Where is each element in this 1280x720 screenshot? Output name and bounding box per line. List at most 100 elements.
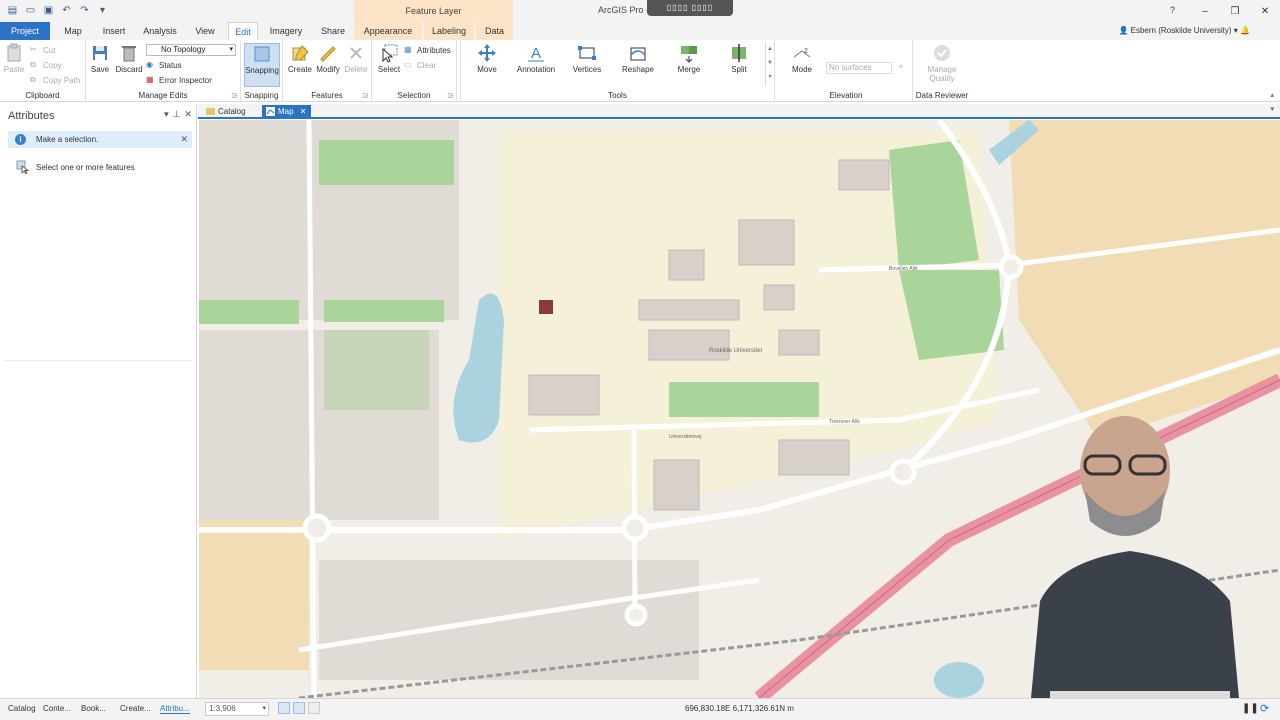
save-project-icon[interactable]: ▣ (42, 4, 55, 17)
topology-dropdown[interactable]: No Topology ▾ (146, 44, 236, 56)
maximize-icon[interactable]: ❐ (1220, 0, 1250, 22)
merge-icon (681, 46, 697, 63)
notifications-icon[interactable]: 🔔 (1240, 26, 1250, 35)
attributes-pane-title: Attributes (8, 110, 55, 122)
select-features-icon (16, 160, 30, 174)
close-icon[interactable]: ✕ (1250, 0, 1280, 22)
refresh-icon[interactable]: ⟳ (1260, 702, 1269, 715)
tab-insert[interactable]: Insert (96, 22, 132, 40)
add-surface-icon[interactable]: + (898, 62, 904, 73)
tool-vertices[interactable]: Vertices (567, 43, 607, 74)
split-label: Split (731, 65, 747, 74)
snapping-button[interactable]: Snapping (244, 43, 280, 87)
tab-project[interactable]: Project (0, 22, 50, 40)
tool-split[interactable]: Split (719, 43, 759, 74)
save-edits-button[interactable]: Save (86, 43, 114, 74)
tab-view[interactable]: View (188, 22, 222, 40)
building-2 (668, 249, 705, 281)
tab-analysis[interactable]: Analysis (138, 22, 182, 40)
title-bar: ▤ ▭ ▣ ↶ ↷ ▾ Feature Layer ArcGIS Pro - R… (0, 0, 1280, 22)
park-3 (324, 300, 444, 322)
minimize-icon[interactable]: – (1190, 0, 1220, 22)
tools-group-label: Tools (608, 91, 627, 100)
tab-labeling[interactable]: Labeling (424, 22, 474, 40)
view-tab-map[interactable]: Map ✕ (262, 105, 311, 118)
tools-gallery-scroll[interactable]: ▲ ▼ ▾ (765, 42, 774, 86)
tab-share[interactable]: Share (314, 22, 352, 40)
map-view[interactable]: Roskilde Universitet Universitetsvej Tre… (199, 120, 1280, 698)
elevation-mode-button[interactable]: z Mode (784, 43, 820, 74)
cut-button[interactable]: ✂ Cut (30, 45, 55, 55)
info-icon: i (15, 134, 26, 145)
copy-path-button[interactable]: ⧉ Copy Path (30, 75, 80, 85)
pin-icon[interactable]: ⊥ (173, 109, 181, 120)
features-launcher-icon[interactable]: ◲ (362, 92, 368, 99)
park-2 (199, 300, 299, 324)
dismiss-message-icon[interactable]: ✕ (180, 131, 188, 148)
customize-qat-icon[interactable]: ▾ (96, 4, 109, 17)
surfaces-dropdown[interactable]: No surfaces (826, 62, 892, 74)
tool-merge[interactable]: Merge (669, 43, 709, 74)
pane-close-icon[interactable]: ✕ (184, 109, 192, 120)
pane-menu-icon[interactable]: ▾ (164, 109, 169, 120)
clear-selection-button[interactable]: ▭ Clear (404, 60, 436, 70)
pane-tab-bookmarks[interactable]: Book... (81, 704, 106, 713)
view-tab-catalog[interactable]: Catalog (202, 105, 250, 118)
label-trekroner-alle: Trekroner Allé (829, 419, 860, 425)
signed-in-user[interactable]: 👤 Esbern (Roskilde University) ▾ 🔔 (1118, 26, 1250, 35)
pane-tab-create[interactable]: Create... (120, 704, 151, 713)
open-project-icon[interactable]: ▭ (24, 4, 37, 17)
manage-edits-group-label: Manage Edits (138, 91, 188, 100)
redo-icon[interactable]: ↷ (78, 4, 91, 17)
pane-tab-attributes[interactable]: Attribu... (160, 704, 190, 714)
ribbon-collapse-icon[interactable]: ▴ (1270, 91, 1274, 99)
error-inspector-label: Error Inspector (159, 75, 212, 85)
tool-move[interactable]: Move (467, 43, 507, 74)
delete-features-button[interactable]: Delete (341, 43, 371, 74)
new-project-icon[interactable]: ▤ (6, 4, 19, 17)
selection-launcher-icon[interactable]: ◲ (447, 92, 453, 99)
help-button[interactable]: ? (1170, 5, 1175, 15)
building-7 (528, 374, 600, 416)
label-bovellen: Bovellen Allé (889, 266, 918, 272)
manage-edits-launcher-icon[interactable]: ◲ (231, 92, 237, 99)
farmland-sw (199, 520, 309, 670)
discard-edits-button[interactable]: Discard (114, 43, 144, 74)
select-button[interactable]: Select (374, 43, 404, 74)
snapping-group: Snapping Snapping (241, 40, 283, 102)
tab-appearance[interactable]: Appearance (354, 22, 422, 40)
map-tab-close-icon[interactable]: ✕ (300, 107, 307, 116)
create-features-button[interactable]: Create (285, 43, 315, 74)
tool-annotation[interactable]: A Annotation (515, 43, 557, 74)
pane-tab-catalog[interactable]: Catalog (8, 704, 36, 713)
status-button[interactable]: ◉ Status (146, 60, 182, 70)
tab-map[interactable]: Map (56, 22, 90, 40)
copy-button[interactable]: ⧉ Copy (30, 60, 62, 70)
list-icon[interactable] (308, 702, 320, 714)
features-group-label: Features (311, 91, 343, 100)
topology-value: No Topology (161, 45, 206, 54)
discard-icon (122, 46, 136, 62)
tab-data[interactable]: Data (476, 22, 513, 40)
attributes-button[interactable]: ▦ Attributes (404, 45, 451, 55)
scale-selector[interactable]: 1:3,906 ▾ (205, 702, 269, 716)
paste-button[interactable]: Paste (0, 43, 28, 74)
ribbon-tabs: Project Map Insert Analysis View Edit Im… (0, 22, 1280, 40)
modify-features-button[interactable]: Modify (313, 43, 343, 74)
webcam-overlay (1031, 416, 1239, 698)
map-tab-label: Map (278, 107, 294, 116)
extent-indicator-icon[interactable] (278, 702, 290, 714)
grid-icon[interactable] (293, 702, 305, 714)
pause-drawing-icon[interactable]: ❚❚ (1242, 703, 1259, 714)
tab-imagery[interactable]: Imagery (264, 22, 308, 40)
tool-reshape[interactable]: Reshape (617, 43, 659, 74)
undo-icon[interactable]: ↶ (60, 4, 73, 17)
view-tabs-menu-icon[interactable]: ▾ (1270, 105, 1274, 113)
tab-edit[interactable]: Edit (228, 22, 258, 40)
presenter-torso (1031, 551, 1239, 698)
manage-quality-button[interactable]: Manage Quality (917, 43, 967, 83)
elevation-group-label: Elevation (829, 91, 863, 100)
status-bar: Catalog Conte... Book... Create... Attri… (0, 698, 1280, 720)
error-inspector-button[interactable]: ▦ Error Inspector (146, 75, 212, 85)
pane-tab-contents[interactable]: Conte... (43, 704, 71, 713)
